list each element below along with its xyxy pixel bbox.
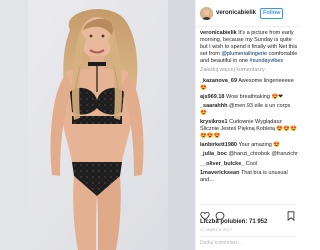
save-icon[interactable] bbox=[286, 208, 296, 222]
comment-text: Your amazing 😍 bbox=[238, 142, 281, 149]
avatar[interactable] bbox=[200, 6, 213, 20]
comment-username[interactable]: ajs969.18 bbox=[200, 94, 224, 100]
post-sidebar: veronicabielik Follow veronicabielik It'… bbox=[195, 0, 300, 250]
comment-text: Wow breathtaking 😍❤ bbox=[226, 93, 283, 100]
comment-item: __oliver_bulcke_ Cool bbox=[200, 161, 298, 168]
likes-count[interactable]: Liczba polubień: 71 952 bbox=[200, 219, 267, 225]
comment-item: _julia_boc @hanzi_chrobok @franzichr bbox=[200, 151, 298, 158]
comment-text: Cool bbox=[245, 160, 258, 167]
comment-username[interactable]: _saarahhh bbox=[200, 103, 228, 109]
load-more-comments-link[interactable]: Załaduj więcej komentarzy bbox=[200, 67, 298, 74]
comment-username[interactable]: _julia_boc bbox=[200, 151, 227, 157]
post-header: veronicabielik Follow bbox=[196, 0, 300, 27]
comment-item: lanbirkett1980 Your amazing 😍 bbox=[200, 142, 298, 149]
comment-username[interactable]: lanbirkett1980 bbox=[200, 142, 237, 148]
post-actions bbox=[200, 204, 296, 222]
post-date: 17 MARCA 2017 bbox=[200, 227, 233, 232]
comment-username[interactable]: krysikros1 bbox=[200, 119, 228, 125]
comment-icon[interactable] bbox=[215, 208, 225, 221]
caption-hashtag[interactable]: #sundayvibes bbox=[250, 58, 284, 64]
comment-text: @hanzi_chrobok @franzichr bbox=[228, 151, 298, 158]
heart-icon[interactable] bbox=[200, 208, 210, 221]
follow-button[interactable]: Follow bbox=[260, 7, 284, 19]
comment-item: krysikros1 Cudownie Wyglądasz Ślicznie J… bbox=[200, 119, 298, 140]
post-photo[interactable] bbox=[0, 0, 195, 250]
comment-username[interactable]: 1mavericksean bbox=[200, 170, 239, 176]
header-username[interactable]: veronicabielik bbox=[216, 10, 256, 16]
post-caption: veronicabielik It's a picture from early… bbox=[200, 30, 298, 65]
avatar-image bbox=[200, 6, 213, 20]
comment-item: _saarahhh @men.93 elle a un corps 😍 bbox=[200, 103, 298, 117]
post-photo-illustration bbox=[0, 0, 195, 250]
comment-item: 1mavericksean That bra is unusual and... bbox=[200, 170, 298, 184]
comment-item: _kazanova_69 Awesome lingerieeeee 😍 bbox=[200, 78, 298, 92]
comment-item: ajs969.18 Wow breathtaking 😍❤ bbox=[200, 94, 298, 101]
add-comment-input[interactable]: Dodaj komentarz... bbox=[200, 236, 296, 246]
caption-username[interactable]: veronicabielik bbox=[200, 30, 237, 36]
comments-section: veronicabielik It's a picture from early… bbox=[200, 30, 298, 202]
comment-username[interactable]: __oliver_bulcke_ bbox=[200, 161, 244, 167]
caption-mention[interactable]: @plumeriailingerie bbox=[221, 51, 267, 57]
instagram-post: veronicabielik Follow veronicabielik It'… bbox=[0, 0, 300, 250]
comment-username[interactable]: _kazanova_69 bbox=[200, 78, 237, 84]
